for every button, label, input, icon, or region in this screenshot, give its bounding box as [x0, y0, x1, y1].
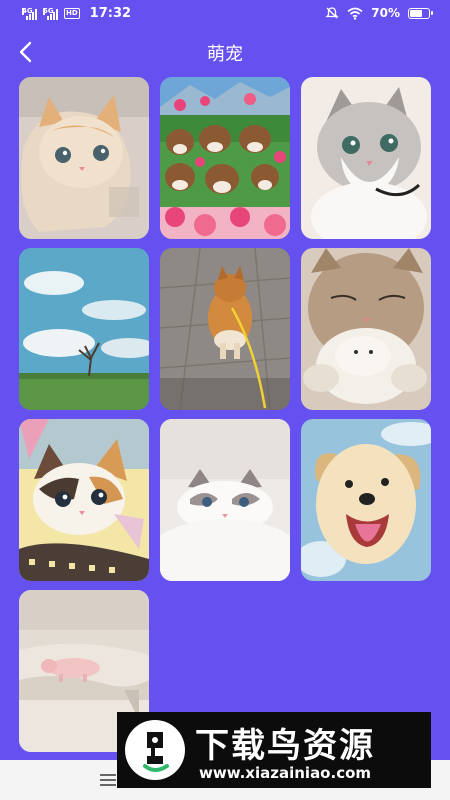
- gallery-item-5[interactable]: [160, 248, 290, 410]
- watermark-title: 下载鸟资源: [195, 726, 375, 766]
- kitten-orange-image: [19, 77, 149, 239]
- gallery-item-3[interactable]: [301, 77, 431, 239]
- gallery-item-1[interactable]: [19, 77, 149, 239]
- gallery-item-9[interactable]: [301, 419, 431, 581]
- page-title: 萌宠: [207, 44, 243, 65]
- signal-4g-icon: 4G: [22, 6, 37, 20]
- hd-icon: HD: [64, 8, 80, 19]
- watermark-logo-icon: [125, 720, 185, 780]
- status-left: 4G 5G HD 17:32: [22, 6, 131, 21]
- watermark-url: www.xiazainiao.com: [199, 764, 372, 782]
- dogs-collage-image: [160, 77, 290, 239]
- puppy-golden-image: [301, 419, 431, 581]
- corgi-image: [160, 248, 290, 410]
- kitten-calico-image: [19, 419, 149, 581]
- signal-4g-label: 4G: [22, 6, 33, 15]
- status-bar: 4G 5G HD 17:32 70%: [0, 0, 450, 28]
- kitten-ragdoll-image: [160, 419, 290, 581]
- menu-icon[interactable]: [100, 774, 116, 786]
- battery-percent: 70%: [371, 6, 400, 20]
- nav-bar: 萌宠: [0, 28, 450, 76]
- battery-icon: [408, 7, 433, 19]
- gallery-item-8[interactable]: [160, 419, 290, 581]
- gallery-item-6[interactable]: [301, 248, 431, 410]
- silent-icon: [325, 7, 339, 19]
- signal-5g-label: 5G: [43, 6, 54, 15]
- cat-hug-image: [301, 248, 431, 410]
- cat-gray-image: [301, 77, 431, 239]
- landscape-image: [19, 248, 149, 410]
- signal-5g-icon: 5G: [43, 6, 58, 20]
- watermark-banner: 下载鸟资源 www.xiazainiao.com: [117, 712, 431, 788]
- gallery-item-4[interactable]: [19, 248, 149, 410]
- gallery-item-7[interactable]: [19, 419, 149, 581]
- status-right: 70%: [325, 6, 433, 20]
- battery-level-fill: [410, 9, 422, 17]
- wifi-icon: [347, 7, 363, 20]
- status-time: 17:32: [89, 6, 132, 21]
- gallery-item-2[interactable]: [160, 77, 290, 239]
